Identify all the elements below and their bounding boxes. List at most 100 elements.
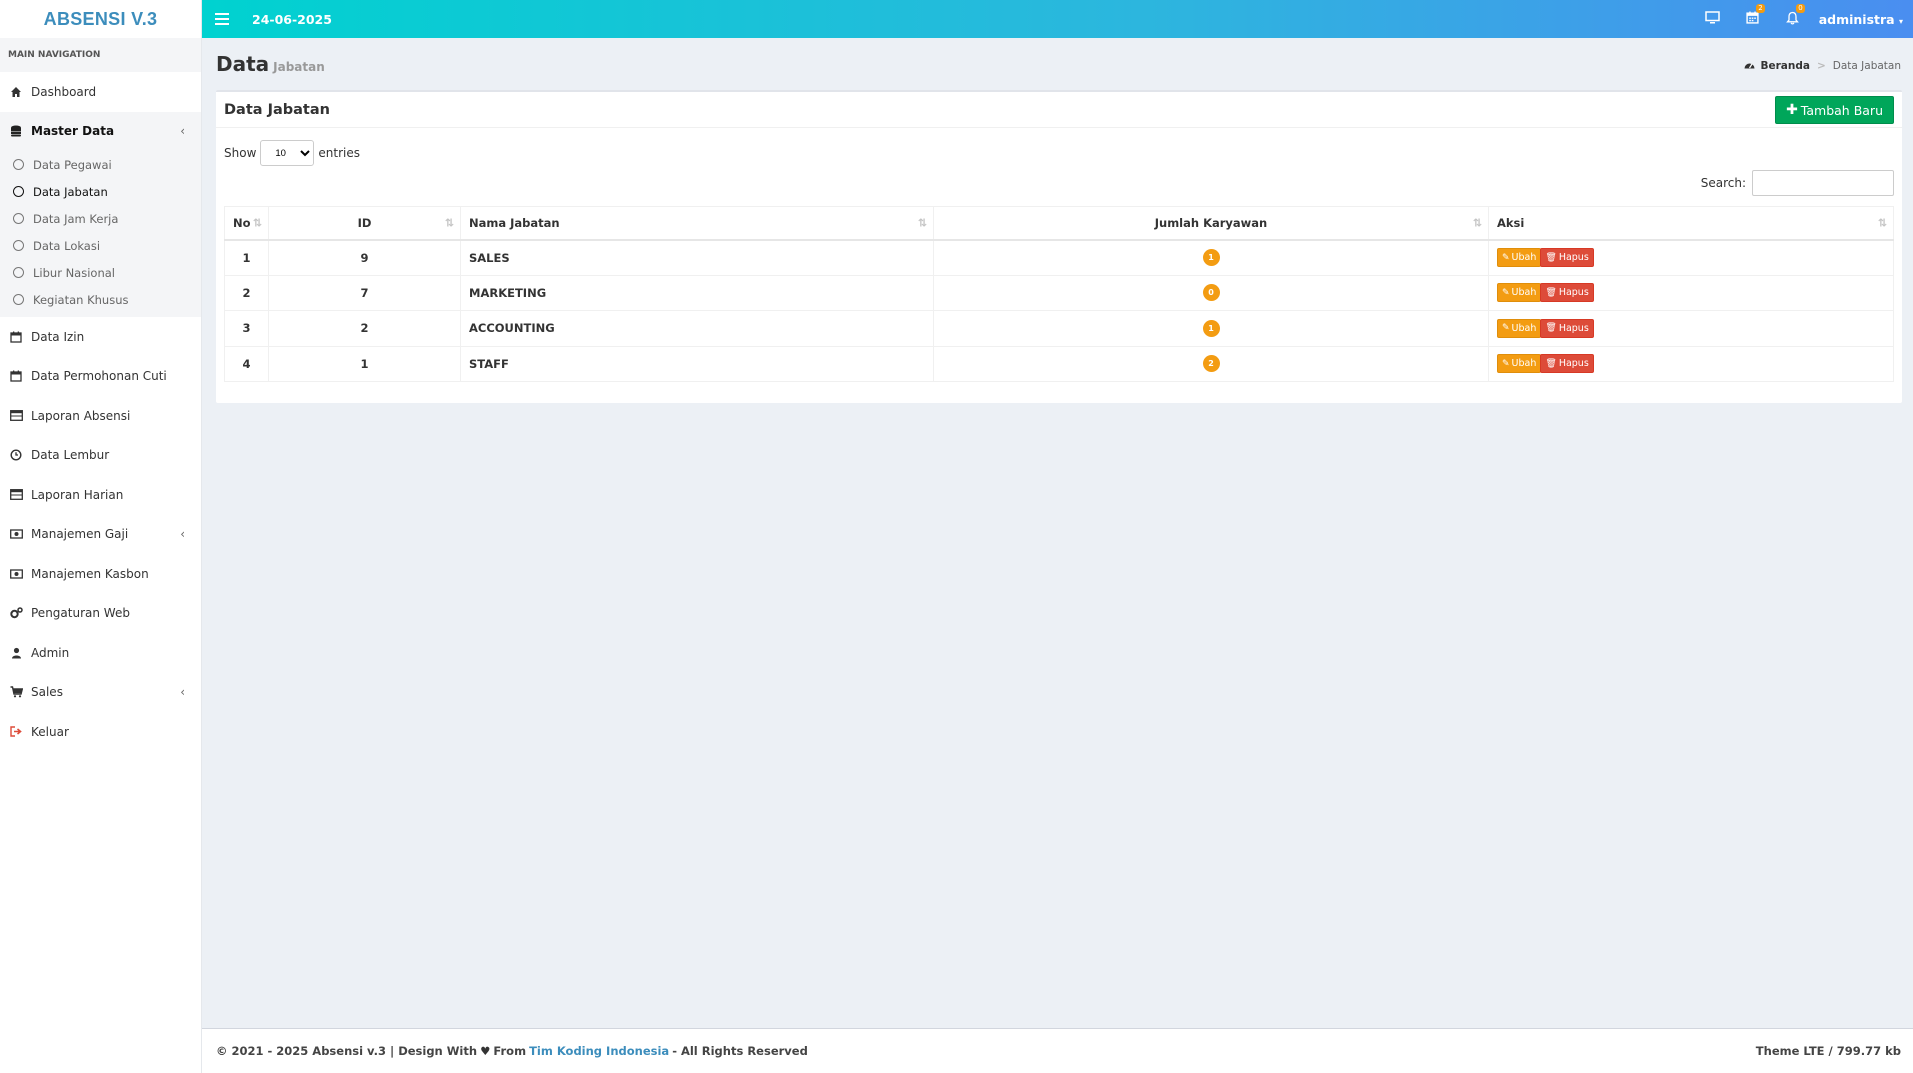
edit-label: Ubah	[1511, 358, 1537, 370]
sidebar-item-data-permohonan-cuti[interactable]: Data Permohonan Cuti	[0, 357, 201, 397]
delete-button[interactable]: 🗑 Hapus	[1540, 354, 1594, 374]
sidebar-item-data-izin[interactable]: Data Izin	[0, 317, 201, 357]
delete-button[interactable]: 🗑 Hapus	[1540, 248, 1594, 267]
circle-icon	[13, 267, 24, 278]
sidebar-subitem-data-jam-kerja[interactable]: Data Jam Kerja	[0, 205, 201, 232]
plus-icon: ✚	[1786, 102, 1798, 118]
edit-button[interactable]: ✎ Ubah	[1497, 283, 1542, 303]
edit-button[interactable]: ✎ Ubah	[1497, 248, 1542, 267]
column-header-jumlah-karyawan[interactable]: Jumlah Karyawan ⇅	[933, 206, 1489, 241]
caret-down-icon: ▾	[1898, 16, 1903, 26]
sidebar-item-label: Master Data	[31, 124, 115, 139]
footer-link[interactable]: Tim Koding Indonesia	[529, 1044, 669, 1058]
circle-icon	[13, 159, 24, 170]
calendar-badge: 2	[1756, 4, 1765, 13]
cell-jumlah-karyawan: 1	[933, 239, 1489, 276]
sidebar-item-laporan-harian[interactable]: Laporan Harian	[0, 475, 201, 515]
sidebar-item-label: Sales	[31, 685, 63, 700]
clock-icon	[9, 448, 23, 462]
breadcrumb-home-link[interactable]: Beranda	[1760, 60, 1809, 72]
calendar-icon	[9, 369, 23, 383]
sidebar-subitem-data-jabatan[interactable]: Data Jabatan	[0, 178, 201, 205]
sort-icon: ⇅	[917, 216, 927, 230]
sidebar-item-master-data[interactable]: Master Data ‹	[0, 111, 201, 151]
sidebar-item-pengaturan-web[interactable]: Pengaturan Web	[0, 594, 201, 634]
app-logo[interactable]: ABSENSI V.3	[0, 0, 201, 38]
cell-aksi: ✎ Ubah 🗑 Hapus	[1488, 310, 1894, 347]
jabatan-table: No ⇅ ID ⇅ Nama Jabatan ⇅ Jumlah Karyawan ⇅ A…	[224, 206, 1894, 382]
column-header-no[interactable]: No ⇅	[224, 206, 269, 241]
edit-button[interactable]: ✎ Ubah	[1497, 354, 1542, 374]
subitem-label: Data Pegawai	[33, 157, 112, 172]
sidebar-item-admin[interactable]: Admin	[0, 633, 201, 673]
search-input[interactable]	[1752, 170, 1894, 196]
edit-button[interactable]: ✎ Ubah	[1497, 318, 1542, 338]
cell-no: 4	[224, 345, 269, 382]
table-row: 4 1 STAFF 2 ✎ Ubah 🗑 Hapus	[224, 345, 1894, 382]
count-badge: 1	[1202, 319, 1220, 337]
sidebar-item-dashboard[interactable]: Dashboard	[0, 72, 201, 112]
delete-button[interactable]: 🗑 Hapus	[1540, 318, 1594, 338]
delete-label: Hapus	[1558, 287, 1589, 299]
money-icon	[9, 527, 23, 541]
topbar: 24-06-2025 2 0 administra ▾	[202, 0, 1913, 38]
column-header-aksi[interactable]: Aksi ⇅	[1488, 206, 1894, 241]
sidebar-subitem-data-pegawai[interactable]: Data Pegawai	[0, 151, 201, 178]
chevron-left-icon: ‹	[180, 685, 185, 700]
cell-nama-jabatan: ACCOUNTING	[460, 310, 934, 347]
subitem-label: Data Lokasi	[33, 238, 101, 253]
hamburger-icon[interactable]	[215, 13, 229, 25]
master-data-submenu: Data Pegawai Data Jabatan Data Jam Kerja…	[0, 151, 201, 317]
edit-icon: ✎	[1502, 287, 1510, 298]
trash-icon: 🗑	[1545, 252, 1557, 263]
monitor-button[interactable]	[1693, 0, 1733, 38]
column-header-nama-jabatan[interactable]: Nama Jabatan ⇅	[460, 206, 934, 241]
edit-icon: ✎	[1502, 252, 1510, 263]
sidebar-item-manajemen-kasbon[interactable]: Manajemen Kasbon	[0, 554, 201, 594]
page-title: Data Jabatan	[216, 52, 325, 76]
entries-label: entries	[318, 146, 360, 160]
data-box: Data Jabatan ✚ Tambah Baru Show 10 entrie…	[216, 90, 1902, 403]
dashboard-icon	[1744, 60, 1755, 72]
circle-icon	[13, 294, 24, 305]
cell-nama-jabatan: MARKETING	[460, 274, 934, 311]
bell-notification-button[interactable]: 0	[1773, 0, 1813, 38]
cell-nama-jabatan: STAFF	[460, 345, 934, 382]
entries-length-select[interactable]: 10	[260, 140, 315, 166]
table-row: 1 9 SALES 1 ✎ Ubah 🗑 Hapus	[224, 239, 1894, 276]
page-subtitle: Jabatan	[273, 60, 325, 74]
column-header-id[interactable]: ID ⇅	[268, 206, 461, 241]
footer: © 2021 - 2025 Absensi v.3 | Design With …	[202, 1028, 1913, 1073]
search-label: Search:	[1700, 176, 1746, 190]
circle-icon	[13, 186, 24, 197]
add-new-button[interactable]: ✚ Tambah Baru	[1775, 96, 1894, 124]
circle-icon	[13, 213, 24, 224]
entries-length-control: Show 10 entries	[224, 140, 360, 166]
sidebar-subitem-data-lokasi[interactable]: Data Lokasi	[0, 232, 201, 259]
breadcrumb-separator: >	[1816, 60, 1826, 72]
box-header: Data Jabatan ✚ Tambah Baru	[216, 92, 1902, 128]
calendar-icon	[9, 330, 23, 344]
user-name: administra	[1818, 11, 1895, 27]
cell-aksi: ✎ Ubah 🗑 Hapus	[1488, 274, 1894, 311]
sidebar-item-keluar[interactable]: Keluar	[0, 712, 201, 752]
circle-icon	[13, 240, 24, 251]
sidebar-item-data-lembur[interactable]: Data Lembur	[0, 436, 201, 476]
column-header-label: Aksi	[1497, 215, 1525, 230]
sidebar-item-manajemen-gaji[interactable]: Manajemen Gaji ‹	[0, 515, 201, 555]
sidebar-subitem-kegiatan-khusus[interactable]: Kegiatan Khusus	[0, 286, 201, 313]
sidebar-item-laporan-absensi[interactable]: Laporan Absensi	[0, 396, 201, 436]
cell-no: 3	[224, 310, 269, 347]
cell-id: 1	[268, 345, 461, 382]
delete-button[interactable]: 🗑 Hapus	[1540, 283, 1594, 303]
user-menu[interactable]: administra ▾	[1819, 12, 1903, 27]
calendar-notification-button[interactable]: 2	[1733, 0, 1773, 38]
footer-from: From	[493, 1044, 527, 1058]
sidebar-item-label: Laporan Harian	[31, 487, 124, 502]
money-icon	[9, 567, 23, 581]
sidebar-subitem-libur-nasional[interactable]: Libur Nasional	[0, 259, 201, 286]
cell-id: 9	[268, 239, 461, 276]
sidebar-item-sales[interactable]: Sales ‹	[0, 673, 201, 713]
breadcrumb: Beranda > Data Jabatan	[1744, 60, 1901, 72]
footer-rights: - All Rights Reserved	[672, 1044, 808, 1058]
